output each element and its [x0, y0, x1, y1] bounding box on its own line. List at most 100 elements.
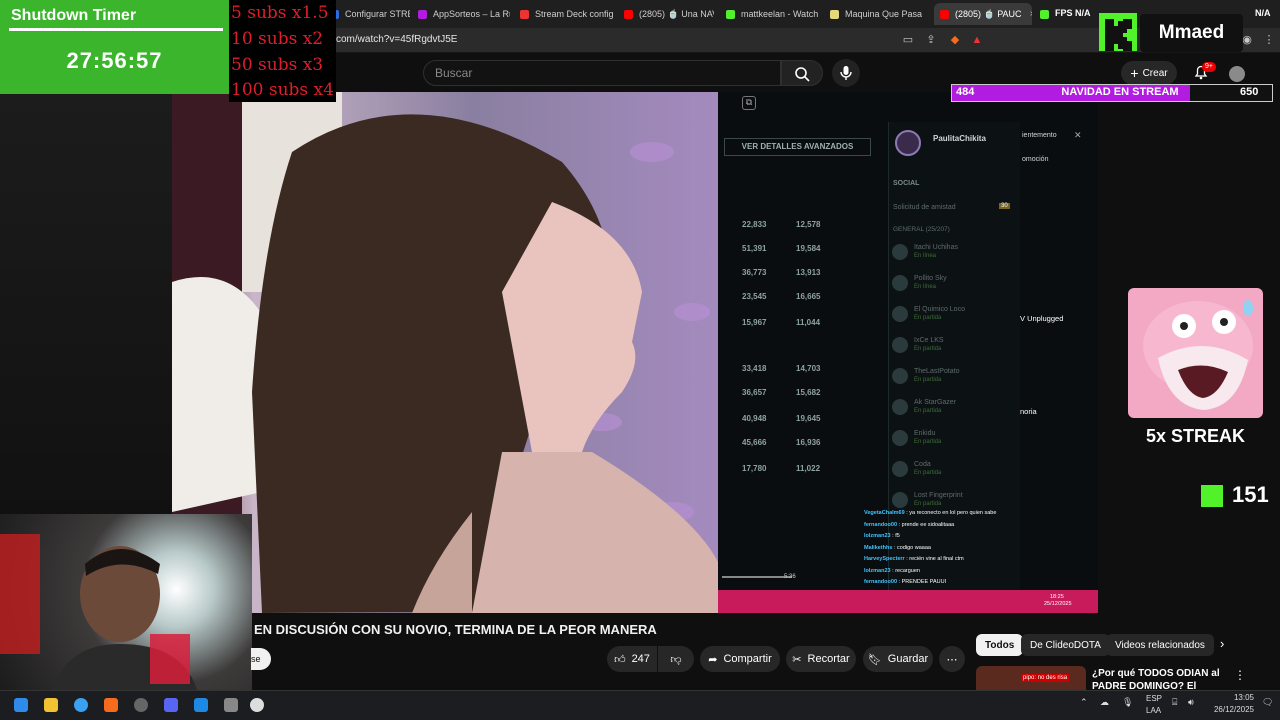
browser-tab[interactable]: Configurar STREAM [330, 3, 410, 25]
inner-clock: 18:25 [1050, 594, 1064, 600]
friend-name[interactable]: IxCe LKS [914, 337, 944, 344]
dislike-button[interactable]: 👎︎ [658, 646, 694, 672]
like-count: 247 [631, 653, 650, 665]
app-icon[interactable] [224, 698, 238, 712]
layout-indicator[interactable]: LAA [1146, 706, 1161, 715]
save-button[interactable]: 🔖︎ Guardar [863, 646, 933, 672]
chevron-right-icon[interactable]: › [1220, 636, 1224, 651]
taskbar-date[interactable]: 26/12/2025 [1200, 705, 1254, 714]
brave-rewards-icon[interactable]: ▲ [970, 33, 984, 47]
friend-name[interactable]: Enkidu [914, 430, 935, 437]
browser-tab[interactable]: Maquina Que Pasa [830, 3, 926, 25]
search-input[interactable]: Buscar [423, 60, 781, 86]
player-name: PaulitaChikita [933, 134, 986, 143]
file-explorer-icon[interactable] [44, 698, 58, 712]
browser-tab[interactable]: (2805) 🍵 PAUC × [934, 3, 1032, 25]
friend-name[interactable]: El Quimico Loco [914, 306, 965, 313]
chat-username: Malikethhs [864, 544, 893, 551]
goal-target: 650 [1240, 86, 1259, 98]
avatar[interactable] [1229, 66, 1245, 82]
app-icon[interactable] [194, 698, 208, 712]
friend-status: En partida [914, 315, 942, 321]
timer-title: Shutdown Timer [11, 7, 137, 24]
slowpoke-emote-icon [1143, 300, 1253, 410]
share-button[interactable]: ➦ Compartir [700, 646, 780, 672]
progress-bar[interactable] [722, 576, 792, 578]
friend-avatar [892, 306, 908, 322]
chip-related[interactable]: Videos relacionados [1106, 634, 1214, 656]
friend-status: En partida [914, 408, 942, 414]
chip-channel[interactable]: De ClideoDOTA [1021, 634, 1110, 656]
browser-tab[interactable]: Stream Deck config [520, 3, 616, 25]
kick-k-icon [1105, 19, 1132, 51]
stat-value: 15,967 [742, 318, 767, 327]
create-button[interactable]: + Crear [1121, 61, 1177, 85]
browser-tab[interactable]: (2805) 🍵 Una NAV [624, 3, 714, 25]
brave-app-icon[interactable] [104, 698, 118, 712]
friend-name[interactable]: Lost Fingerprint [914, 492, 963, 499]
subscribe-button-partial[interactable]: se [251, 648, 271, 670]
window-icon[interactable]: ⧉ [742, 96, 756, 110]
windows-start-icon[interactable] [14, 698, 28, 712]
tab-label: AppSorteos – La Ru [433, 9, 510, 19]
friend-status: En partida [914, 377, 942, 383]
friend-request-label[interactable]: Solicitud de amistad [893, 204, 956, 211]
browser-tab[interactable]: mattkeelan - Watch [726, 3, 822, 25]
search-button[interactable] [781, 60, 823, 86]
friend-name[interactable]: Itachi Uchihas [914, 244, 958, 251]
chat-message: HarveySpecterr : recién vine al final ct… [864, 556, 964, 562]
browser-tab[interactable]: AppSorteos – La Ru [418, 3, 510, 25]
tab-label: Maquina Que Pasa [845, 9, 923, 19]
stat-value: 12,578 [796, 220, 821, 229]
friend-name[interactable]: TheLastPotato [914, 368, 960, 375]
mic-icon [840, 66, 852, 80]
more-actions-button[interactable]: ⋯ [939, 646, 965, 672]
brave-shield-icon[interactable]: ◆ [948, 33, 962, 47]
mic-tray-icon[interactable]: 🎙︎ [1122, 697, 1133, 708]
volume-icon[interactable]: 🔊︎ [1188, 697, 1194, 708]
notification-center-icon[interactable]: 🗨︎ [1262, 697, 1273, 708]
app-icon[interactable] [250, 698, 264, 712]
voice-search-button[interactable] [832, 59, 860, 87]
close-icon[interactable]: ✕ [1074, 130, 1082, 141]
friend-name[interactable]: Coda [914, 461, 931, 468]
friend-name[interactable]: Pollito Sky [914, 275, 947, 282]
chat-username: lolzman23 [864, 567, 891, 574]
chat-message: fernandoo00 : prende ee sidoalitaaa [864, 522, 954, 528]
taskbar-time[interactable]: 13:05 [1210, 693, 1254, 702]
network-icon[interactable]: ⌸ [1172, 697, 1177, 708]
discord-app-icon[interactable] [164, 698, 178, 712]
chat-text: recarguen [895, 567, 920, 574]
share-label: Compartir [723, 653, 772, 665]
stat-value: 33,418 [742, 364, 767, 373]
timer-value: 27:56:57 [66, 48, 163, 73]
video-player[interactable] [172, 92, 718, 613]
clip-button[interactable]: ✂ Recortar [786, 646, 856, 672]
friend-request-count: 30 [999, 203, 1010, 209]
chip-todos[interactable]: Todos [976, 634, 1024, 656]
menu-icon[interactable]: ⋮ [1262, 33, 1276, 47]
tab-close-icon[interactable]: × [1030, 9, 1032, 20]
create-label: Crear [1142, 67, 1168, 79]
browser-tab[interactable]: Elnod [1040, 3, 1054, 25]
video-frame [172, 92, 718, 613]
details-button[interactable]: VER DETALLES AVANZADOS [724, 138, 871, 156]
language-indicator[interactable]: ESP [1146, 694, 1162, 703]
social-label: SOCIAL [893, 180, 920, 187]
cast-icon[interactable]: ▭ [901, 33, 915, 47]
thumbnail-overlay-text: pipo: no des risa [1021, 674, 1070, 682]
more-horizontal-icon: ⋯ [946, 653, 958, 666]
friend-avatar [892, 244, 908, 260]
share-icon[interactable]: ⇪ [924, 33, 938, 47]
like-button[interactable]: 👍︎ 247 [607, 646, 657, 672]
kick-count: 151 [1232, 482, 1269, 507]
friend-name[interactable]: Ak StarGazer [914, 399, 956, 406]
cloud-icon[interactable]: ☁ [1100, 697, 1109, 708]
timer-divider [9, 28, 223, 31]
windows-taskbar [0, 690, 1280, 720]
obs-app-icon[interactable] [134, 698, 148, 712]
browser-app-icon[interactable] [74, 698, 88, 712]
more-vertical-icon[interactable]: ⋮ [1234, 668, 1246, 682]
tray-chevron-icon[interactable]: ⌃ [1080, 697, 1088, 708]
url-text[interactable]: com/watch?v=45fRgdvtJ5E [336, 34, 457, 45]
